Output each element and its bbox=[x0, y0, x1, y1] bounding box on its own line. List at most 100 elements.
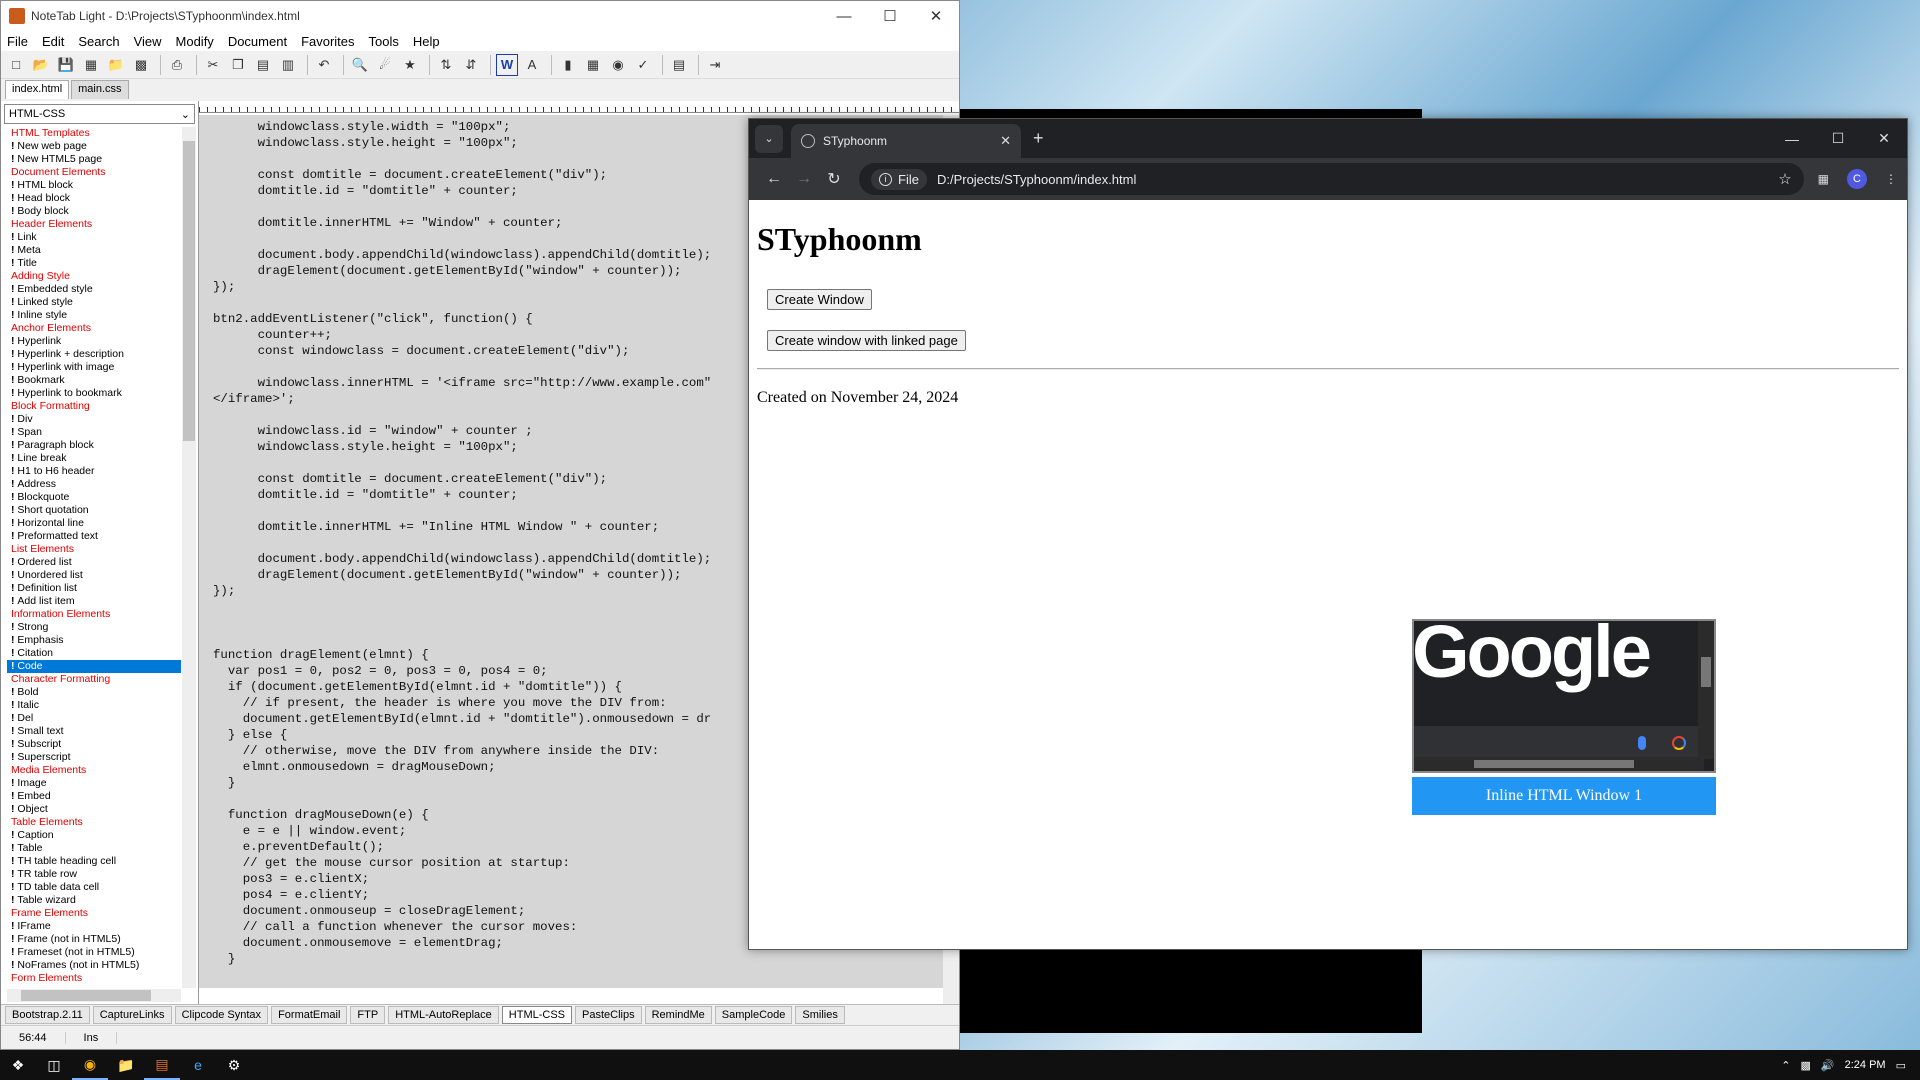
clip-item[interactable]: Hyperlink bbox=[7, 335, 181, 348]
start-icon[interactable]: ❖ bbox=[0, 1050, 36, 1080]
clip-item[interactable]: Frameset (not in HTML5) bbox=[7, 946, 181, 959]
clip-item[interactable]: Table wizard bbox=[7, 894, 181, 907]
menu-edit[interactable]: Edit bbox=[42, 34, 64, 49]
clip-category[interactable]: Adding Style bbox=[7, 270, 181, 283]
clip-category[interactable]: Table Elements bbox=[7, 816, 181, 829]
new-tab-icon[interactable]: + bbox=[1033, 128, 1044, 149]
window-drag-title[interactable]: Inline HTML Window 1 bbox=[1412, 777, 1716, 815]
clip-item[interactable]: Object bbox=[7, 803, 181, 816]
clip-item[interactable]: H1 to H6 header bbox=[7, 465, 181, 478]
close-button[interactable]: ✕ bbox=[913, 1, 959, 31]
browser-tab[interactable]: STyphoonm ✕ bbox=[791, 124, 1021, 158]
clip-list-scrollbar[interactable] bbox=[182, 127, 196, 988]
clip-item[interactable]: Paragraph block bbox=[7, 439, 181, 452]
clipbook-tab[interactable]: Clipcode Syntax bbox=[174, 1005, 269, 1024]
clip-item[interactable]: Embed bbox=[7, 790, 181, 803]
maximize-button[interactable]: ☐ bbox=[1815, 119, 1861, 158]
undo-icon[interactable]: ↶ bbox=[313, 54, 335, 76]
sort-ascending-icon[interactable]: ⇅ bbox=[435, 54, 457, 76]
clipbook-icon[interactable]: ▤ bbox=[668, 54, 690, 76]
clip-item[interactable]: Preformatted text bbox=[7, 530, 181, 543]
menu-file[interactable]: File bbox=[7, 34, 28, 49]
clip-item[interactable]: TR table row bbox=[7, 868, 181, 881]
bookmark-star-icon[interactable]: ☆ bbox=[1778, 170, 1791, 188]
minimize-button[interactable]: — bbox=[821, 1, 867, 31]
statistics-icon[interactable]: ▮ bbox=[557, 54, 579, 76]
clip-item[interactable]: Inline style bbox=[7, 309, 181, 322]
menu-help[interactable]: Help bbox=[413, 34, 440, 49]
clip-item[interactable]: Italic bbox=[7, 699, 181, 712]
copy-icon[interactable]: ❐ bbox=[227, 54, 249, 76]
clip-item[interactable]: Subscript bbox=[7, 738, 181, 751]
clip-item[interactable]: Linked style bbox=[7, 296, 181, 309]
clip-item[interactable]: Frame (not in HTML5) bbox=[7, 933, 181, 946]
favorites-icon[interactable]: ▩ bbox=[130, 54, 152, 76]
network-icon[interactable]: ▩ bbox=[1801, 1059, 1811, 1072]
clip-item[interactable]: Head block bbox=[7, 192, 181, 205]
clip-item[interactable]: Unordered list bbox=[7, 569, 181, 582]
sort-descending-icon[interactable]: ⇵ bbox=[460, 54, 482, 76]
clip-category[interactable]: Header Elements bbox=[7, 218, 181, 231]
forward-icon[interactable]: → bbox=[789, 170, 819, 188]
clip-item[interactable]: Del bbox=[7, 712, 181, 725]
clip-item[interactable]: Table bbox=[7, 842, 181, 855]
clip-item[interactable]: Meta bbox=[7, 244, 181, 257]
clip-item[interactable]: Horizontal line bbox=[7, 517, 181, 530]
print-icon[interactable]: ⎙ bbox=[166, 54, 188, 76]
clipbook-tab[interactable]: SampleCode bbox=[714, 1005, 793, 1024]
clip-category[interactable]: HTML Templates bbox=[7, 127, 181, 140]
clip-category[interactable]: Information Elements bbox=[7, 608, 181, 621]
find-next-icon[interactable]: ☄ bbox=[374, 54, 396, 76]
back-icon[interactable]: ← bbox=[759, 170, 789, 188]
clip-category[interactable]: Block Formatting bbox=[7, 400, 181, 413]
clip-item[interactable]: Blockquote bbox=[7, 491, 181, 504]
save-all-icon[interactable]: ▦ bbox=[80, 54, 102, 76]
task-view-icon[interactable]: ◫ bbox=[36, 1050, 72, 1080]
save-icon[interactable]: 💾 bbox=[55, 54, 77, 76]
clip-item[interactable]: TH table heading cell bbox=[7, 855, 181, 868]
clipbook-tab[interactable]: Smilies bbox=[795, 1005, 845, 1024]
clipbook-tab[interactable]: PasteClips bbox=[575, 1005, 642, 1024]
inline-iframe[interactable]: Google bbox=[1412, 619, 1716, 773]
clip-item[interactable]: Embedded style bbox=[7, 283, 181, 296]
clip-item[interactable]: Span bbox=[7, 426, 181, 439]
replace-icon[interactable]: ★ bbox=[399, 54, 421, 76]
clip-item[interactable]: Superscript bbox=[7, 751, 181, 764]
clipbook-tab[interactable]: Bootstrap.2.11 bbox=[5, 1005, 90, 1024]
clip-item[interactable]: Citation bbox=[7, 647, 181, 660]
library-select[interactable]: HTML-CSS ⌄ bbox=[4, 104, 195, 124]
clip-item[interactable]: NoFrames (not in HTML5) bbox=[7, 959, 181, 972]
clip-item[interactable]: IFrame bbox=[7, 920, 181, 933]
microphone-icon[interactable] bbox=[1638, 736, 1646, 750]
clip-item[interactable]: Definition list bbox=[7, 582, 181, 595]
clip-item[interactable]: Div bbox=[7, 413, 181, 426]
volume-icon[interactable]: 🔊 bbox=[1821, 1059, 1835, 1072]
notetab-taskbar-icon[interactable]: ▤ bbox=[144, 1050, 180, 1080]
new-file-icon[interactable]: □ bbox=[5, 54, 27, 76]
paste-special-icon[interactable]: ▥ bbox=[277, 54, 299, 76]
clip-item[interactable]: TD table data cell bbox=[7, 881, 181, 894]
calculator-icon[interactable]: ▦ bbox=[582, 54, 604, 76]
menu-modify[interactable]: Modify bbox=[176, 34, 214, 49]
search-box[interactable] bbox=[1414, 726, 1704, 760]
file-explorer-icon[interactable]: 📁 bbox=[108, 1050, 144, 1080]
chevron-up-icon[interactable]: ⌃ bbox=[1781, 1059, 1790, 1072]
clip-category[interactable]: Document Elements bbox=[7, 166, 181, 179]
lens-icon[interactable] bbox=[1672, 736, 1686, 750]
clip-category[interactable]: Character Formatting bbox=[7, 673, 181, 686]
clipbook-tab[interactable]: RemindMe bbox=[644, 1005, 712, 1024]
clip-list-hscrollbar[interactable] bbox=[7, 989, 181, 1002]
reload-icon[interactable]: ↻ bbox=[819, 169, 849, 189]
clip-item[interactable]: HTML block bbox=[7, 179, 181, 192]
folder-icon[interactable]: 📁 bbox=[105, 54, 127, 76]
clip-item[interactable]: Emphasis bbox=[7, 634, 181, 647]
maximize-button[interactable]: ☐ bbox=[867, 1, 913, 31]
settings-icon[interactable]: ⚙ bbox=[216, 1050, 252, 1080]
doc-tab-main-css[interactable]: main.css bbox=[71, 80, 129, 99]
menu-document[interactable]: Document bbox=[228, 34, 287, 49]
find-icon[interactable]: 🔍 bbox=[349, 54, 371, 76]
url-text[interactable]: D:/Projects/STyphoonm/index.html bbox=[937, 172, 1136, 187]
doc-tab-index[interactable]: index.html bbox=[5, 80, 70, 99]
paste-icon[interactable]: ▤ bbox=[252, 54, 274, 76]
clipbook-tab[interactable]: HTML-AutoReplace bbox=[388, 1005, 499, 1024]
